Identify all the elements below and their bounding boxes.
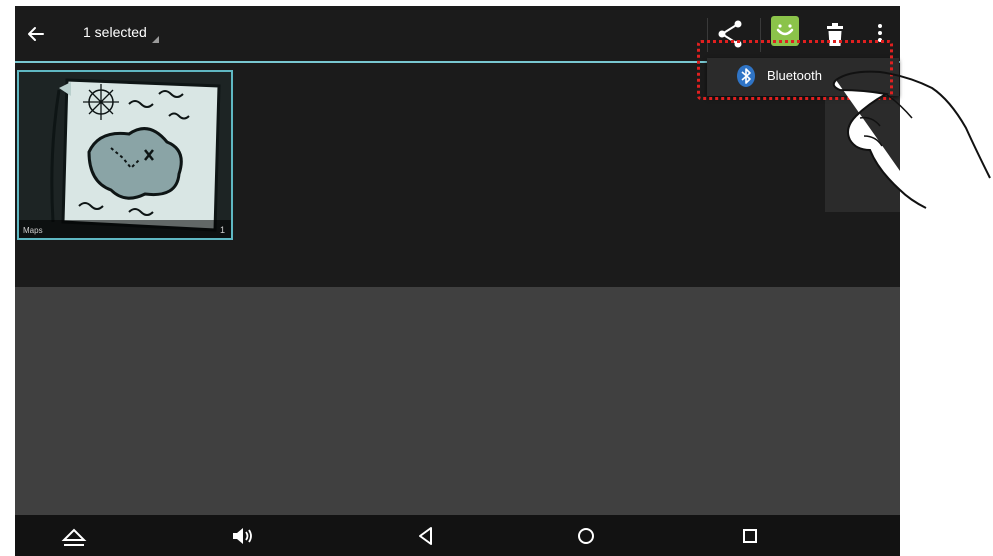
treasure-map-image [19, 72, 231, 238]
empty-content-area [15, 287, 900, 515]
back-triangle-icon[interactable] [413, 523, 439, 549]
back-arrow-icon[interactable] [25, 23, 47, 45]
thumbnail-footer: Maps 1 [19, 220, 231, 238]
album-count: 1 [219, 225, 225, 235]
selection-count-label[interactable]: 1 selected [83, 24, 147, 40]
home-circle-icon[interactable] [573, 523, 599, 549]
navigation-bar [15, 515, 900, 556]
eject-home-icon[interactable] [61, 523, 87, 549]
recents-square-icon[interactable] [737, 523, 763, 549]
volume-icon[interactable] [229, 523, 255, 549]
selected-thumbnail[interactable]: Maps 1 [17, 70, 233, 240]
selection-dropdown-indicator [152, 36, 159, 43]
album-label: Maps [23, 226, 43, 235]
pointing-hand-illustration [832, 70, 991, 209]
